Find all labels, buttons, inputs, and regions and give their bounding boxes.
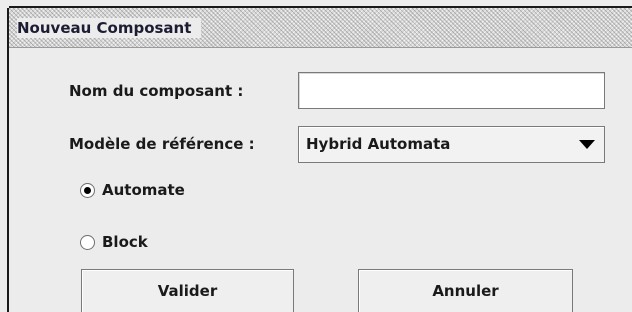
model-select[interactable]: Hybrid Automata <box>298 126 605 163</box>
dialog-window: Nouveau Composant Nom du composant : Mod… <box>0 0 632 312</box>
radio-icon[interactable] <box>80 183 95 198</box>
component-name-input[interactable] <box>298 72 605 109</box>
name-label: Nom du composant : <box>69 82 244 100</box>
chevron-down-icon[interactable] <box>579 140 595 149</box>
dialog-title: Nouveau Composant <box>17 18 202 38</box>
model-selected-value: Hybrid Automata <box>306 135 451 153</box>
model-label: Modèle de référence : <box>69 135 255 153</box>
dialog-frame: Nouveau Composant Nom du composant : Mod… <box>9 6 632 312</box>
validate-button[interactable]: Valider <box>81 269 294 312</box>
radio-automate-label[interactable]: Automate <box>102 181 185 199</box>
window-left-border <box>0 8 9 312</box>
radio-selected-dot-icon <box>84 187 91 194</box>
title-bar[interactable]: Nouveau Composant <box>9 8 632 48</box>
cancel-button[interactable]: Annuler <box>358 269 573 312</box>
radio-block-label[interactable]: Block <box>102 233 148 251</box>
radio-icon[interactable] <box>80 235 95 250</box>
